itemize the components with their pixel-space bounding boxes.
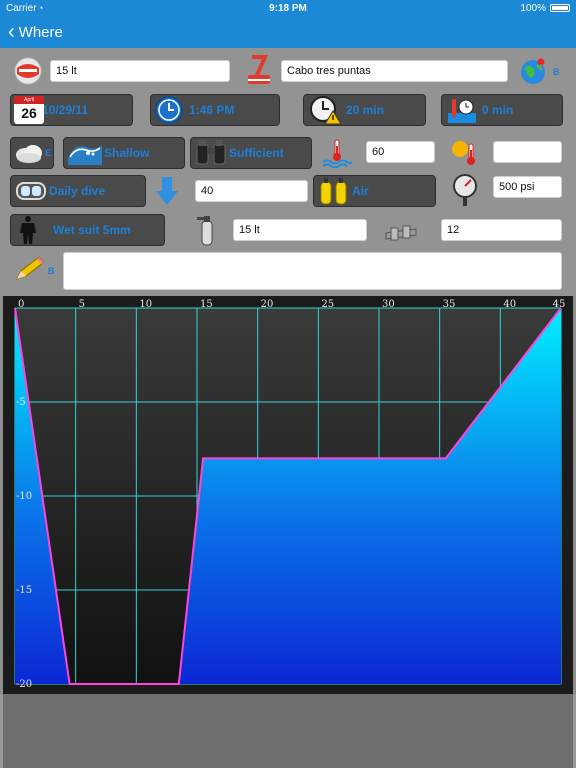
pressure-gauge-icon — [449, 172, 481, 208]
dive-type-label: Daily dive — [49, 184, 106, 198]
duration-button[interactable]: 20 min — [303, 94, 426, 126]
calendar-day: 26 — [21, 105, 37, 121]
x-tick-label: 0 — [18, 299, 24, 310]
x-tick-label: 45 — [553, 299, 566, 310]
back-button[interactable]: ‹ Where — [8, 22, 63, 42]
globe-location-icon[interactable] — [518, 55, 550, 87]
back-label: Where — [18, 23, 63, 41]
pressure-field[interactable]: 500 psi — [493, 176, 562, 198]
gas-label: Air — [352, 184, 369, 198]
tank-size-field[interactable]: 15 lt — [233, 219, 367, 241]
arrow-down-icon — [152, 174, 182, 208]
y-tick-label: -5 — [16, 397, 26, 408]
date-label: 10/29/11 — [42, 103, 89, 117]
water-temp-field[interactable]: 60 — [366, 141, 435, 163]
status-bar: Carrier ◔ 9:18 PM 100% — [0, 0, 576, 16]
dive-site-flag-icon — [242, 54, 276, 88]
air-tanks-icon — [316, 176, 352, 206]
visibility-button[interactable]: Sufficient — [190, 137, 312, 169]
water-temperature-icon — [320, 137, 354, 169]
weather-button[interactable]: E — [10, 137, 54, 169]
globe-badge: B — [553, 67, 560, 77]
x-tick-label: 35 — [443, 299, 456, 310]
time-label: 1:46 PM — [189, 103, 235, 117]
dive-profile-chart: 0 5 10 15 20 25 30 35 40 45 -5 -10 -15 -20 — [3, 296, 573, 694]
weight-field[interactable]: 12 — [441, 219, 562, 241]
notes-badge: B — [48, 266, 55, 276]
suit-label: Wet suit 5mm — [53, 223, 131, 237]
max-depth-field[interactable]: 40 — [195, 180, 308, 202]
tank-icon — [192, 212, 222, 248]
wetsuit-icon — [17, 215, 43, 245]
suit-button[interactable]: Wet suit 5mm — [10, 214, 165, 246]
y-tick-label: -20 — [16, 679, 32, 690]
x-tick-label: 10 — [139, 299, 152, 310]
weather-badge: E — [45, 148, 52, 158]
dive-mask-icon — [13, 177, 49, 205]
x-tick-label: 25 — [321, 299, 334, 310]
battery-icon — [550, 4, 570, 12]
calendar-month: April — [14, 96, 44, 104]
duration-label: 20 min — [346, 103, 385, 117]
date-button[interactable]: April 26 10/29/11 — [10, 94, 133, 126]
wave-icon — [66, 139, 104, 167]
visibility-label: Sufficient — [229, 146, 284, 160]
dive-profile-svg: 0 5 10 15 20 25 30 35 40 45 -5 -10 -15 -20 — [3, 296, 573, 694]
bottom-panel-inner — [3, 694, 573, 768]
gas-button[interactable]: Air — [313, 175, 436, 207]
surface-interval-icon — [444, 95, 480, 125]
calendar-icon: April 26 — [14, 96, 44, 124]
x-tick-label: 20 — [261, 299, 274, 310]
battery-percent: 100% — [520, 3, 546, 14]
binoculars-icon — [193, 138, 229, 168]
entry-type-label: Shallow — [104, 146, 150, 160]
weight-belt-icon — [382, 214, 420, 246]
clock-icon — [153, 95, 185, 125]
dive-type-button[interactable]: Daily dive — [10, 175, 146, 207]
x-tick-label: 40 — [503, 299, 516, 310]
navigation-bar: ‹ Where — [0, 16, 576, 48]
status-time: 9:18 PM — [269, 3, 307, 14]
surface-interval-label: 0 min — [482, 103, 514, 117]
air-temp-field[interactable] — [493, 141, 562, 163]
stopwatch-warning-icon — [306, 95, 344, 125]
x-tick-label: 30 — [382, 299, 395, 310]
x-tick-label: 5 — [79, 299, 85, 310]
air-temperature-icon — [448, 137, 482, 169]
notes-field[interactable] — [63, 252, 562, 290]
cloud-icon — [13, 141, 45, 165]
surface-interval-button[interactable]: 0 min — [441, 94, 563, 126]
entry-type-button[interactable]: Shallow — [63, 137, 185, 169]
tank-volume-field[interactable]: 15 lt — [50, 60, 230, 82]
x-tick-label: 15 — [200, 299, 213, 310]
time-button[interactable]: 1:46 PM — [150, 94, 280, 126]
y-tick-label: -15 — [16, 585, 32, 596]
bottom-panel — [0, 694, 576, 768]
pencil-icon[interactable] — [12, 254, 48, 284]
y-tick-label: -10 — [16, 491, 32, 502]
chevron-left-icon: ‹ — [8, 21, 15, 43]
tank-globe-icon — [12, 56, 44, 86]
dive-site-field[interactable]: Cabo tres puntas — [281, 60, 508, 82]
